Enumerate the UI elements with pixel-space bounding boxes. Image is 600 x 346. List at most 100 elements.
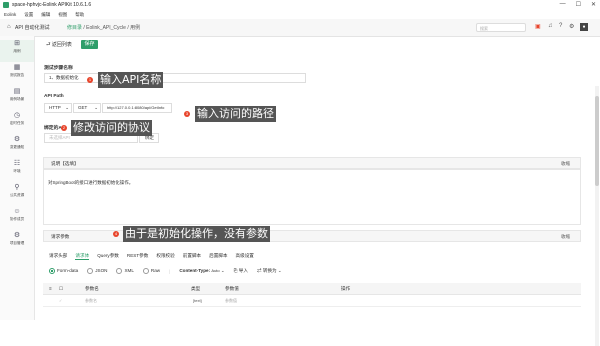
radio-icon [142, 268, 149, 274]
breadcrumb-space[interactable]: 修目录 [67, 25, 82, 31]
tab-headers[interactable]: 请求头部 [49, 253, 67, 260]
sidebar-item-project[interactable]: ⚙ 项目管理 [0, 232, 34, 246]
report-icon: ▦ [13, 64, 21, 71]
resources-icon: ⚲ [14, 184, 20, 191]
tab-pre-script[interactable]: 前置脚本 [183, 253, 201, 260]
avatar[interactable]: ● [580, 23, 588, 31]
sidebar-item-reports[interactable]: ▦ 测试报告 [0, 64, 34, 78]
annotation-4: 由于是初始化操作，没有参数 [123, 226, 270, 242]
radio-raw[interactable]: Raw [142, 268, 160, 274]
step-name-label: 测试步骤名称 [44, 66, 73, 71]
description-collapse-button[interactable]: 收缩 [561, 161, 570, 167]
sidebar: ⊞ 用例 ▦ 测试报告 ▤ 用例场景 ◷ 定时任务 ⚙ 变更通知 ☷ 环境 ⚲ … [0, 36, 35, 320]
convert-button[interactable]: ⇄ 转换为 ⌄ [257, 268, 282, 274]
param-name-input[interactable]: 参数名 [85, 298, 97, 304]
import-button[interactable]: ⎘ 导入 [234, 268, 248, 274]
menu-view[interactable]: 视图 [58, 12, 67, 18]
radio-icon [49, 268, 55, 274]
url-input[interactable]: http://127.0.0.1:8080/api/GetInfo [102, 103, 172, 113]
menu-eolink[interactable]: Eolink [4, 12, 16, 17]
step-name-input[interactable]: 1、数据初始化 [44, 73, 306, 83]
tab-body[interactable]: 请求体 [75, 253, 90, 260]
settings-icon[interactable]: ⚙ [569, 23, 574, 30]
notification-icon[interactable]: ▣ [535, 23, 541, 30]
api-path-label: API Path [44, 94, 64, 99]
menu-help[interactable]: 帮助 [75, 12, 84, 18]
app-logo-icon [3, 2, 9, 8]
chevron-down-icon: ⌄ [94, 105, 98, 110]
param-type-select[interactable]: [text] [193, 298, 202, 303]
scrollbar-thumb[interactable] [595, 96, 599, 186]
radio-xml[interactable]: XML [116, 268, 134, 274]
environment-icon: ☷ [13, 160, 21, 167]
tab-advanced[interactable]: 高级设置 [236, 253, 254, 260]
home-icon[interactable]: ⌂ [7, 24, 11, 30]
annotation-marker-1: 1 [87, 77, 93, 83]
sidebar-item-notifications[interactable]: ⚙ 变更通知 [0, 136, 34, 150]
row-menu-icon: ≡ [49, 286, 52, 291]
breadcrumb-rest: / Eolink_API_Cycle / 用例 [83, 25, 141, 31]
close-button[interactable]: ✕ [591, 1, 596, 8]
import-icon: ⎘ [233, 268, 238, 273]
minimize-button[interactable]: — [560, 1, 566, 8]
tab-post-script[interactable]: 后置脚本 [209, 253, 227, 260]
sidebar-item-cases[interactable]: ⊞ 用例 [0, 40, 34, 62]
annotation-2: 修改访问的协议 [71, 120, 152, 136]
help-icon[interactable]: ? [559, 23, 562, 29]
chevron-down-icon: ⌄ [65, 105, 69, 110]
column-header-name: 参数名 [85, 286, 99, 291]
annotation-marker-3: 3 [184, 111, 190, 117]
request-title: 请求参数 [51, 234, 70, 239]
description-title: 说明【选填】 [51, 161, 79, 166]
save-button[interactable]: 保存 [81, 40, 98, 49]
select-all-checkbox[interactable]: ☐ [59, 286, 63, 292]
column-header-value: 参数值 [225, 286, 239, 291]
radio-json[interactable]: JSON [87, 268, 107, 274]
tab-query[interactable]: Query参数 [97, 253, 119, 260]
menu-edit[interactable]: 编辑 [41, 12, 50, 18]
top-bar: ⌂ API 自动化测试 修目录 / Eolink_API_Cycle / 用例 … [0, 19, 600, 37]
user-icon: ☺ [13, 208, 21, 215]
annotation-1: 输入API名称 [98, 72, 164, 88]
app-name[interactable]: API 自动化测试 [15, 24, 49, 31]
menu-settings[interactable]: 设置 [24, 12, 33, 18]
sidebar-item-environment[interactable]: ☷ 环境 [0, 160, 34, 174]
body-type-group: Form-data JSON XML Raw | Content-Type: A… [49, 268, 282, 274]
radio-icon [87, 268, 94, 274]
description-textarea[interactable]: 对SpringBoot的接口进行数据初始化操作。 [43, 169, 581, 225]
method-select[interactable]: GET ⌄ [73, 103, 101, 113]
protocol-select[interactable]: HTTP ⌄ [44, 103, 72, 113]
column-header-actions: 操作 [341, 286, 351, 291]
row-checkbox[interactable]: ✓ [59, 298, 62, 303]
gear-icon: ⚙ [13, 136, 21, 143]
params-table-header: ≡ ☐ 参数名 类型 参数值 操作 [43, 283, 581, 295]
content-type-select[interactable]: Content-Type: Auto ⌄ [179, 268, 224, 274]
tab-rest[interactable]: REST参数 [127, 253, 148, 260]
annotation-3: 输入访问的路径 [195, 106, 276, 122]
menu-bar: Eolink 设置 编辑 视图 帮助 [0, 10, 600, 19]
request-tabs: 请求头部 请求体 Query参数 REST参数 权限校验 前置脚本 后置脚本 高… [49, 253, 254, 260]
column-header-type: 类型 [191, 286, 201, 291]
window-title: space-hphvjc-Eolink APIKit 10.6.1.6 [12, 2, 92, 8]
breadcrumb: 修目录 / Eolink_API_Cycle / 用例 [67, 24, 140, 31]
back-button[interactable]: ⮐ 返回列表 [46, 41, 72, 50]
scenario-icon: ▤ [13, 88, 21, 95]
convert-icon: ⇄ [256, 268, 262, 273]
sidebar-item-members[interactable]: ☺ 协作成员 [0, 208, 34, 222]
tab-auth[interactable]: 权限校验 [156, 253, 174, 260]
description-section-header[interactable]: 说明【选填】 收缩 [43, 157, 581, 169]
sidebar-item-scheduled[interactable]: ◷ 定时任务 [0, 112, 34, 126]
sidebar-item-scenarios[interactable]: ▤ 用例场景 [0, 88, 34, 102]
search-input[interactable]: 搜索 [476, 23, 526, 32]
maximize-button[interactable]: ☐ [576, 1, 581, 8]
grid-icon: ⊞ [14, 40, 20, 47]
bell-icon[interactable]: ♫ [548, 23, 553, 29]
request-collapse-button[interactable]: 收缩 [561, 234, 570, 240]
clock-icon: ◷ [13, 112, 21, 119]
radio-form-data[interactable]: Form-data [49, 268, 78, 274]
annotation-marker-2: 2 [61, 125, 67, 131]
sidebar-item-resources[interactable]: ⚲ 公共资源 [0, 184, 34, 198]
param-value-input[interactable]: 参数值 [225, 298, 237, 304]
title-bar: space-hphvjc-Eolink APIKit 10.6.1.6 — ☐ … [0, 0, 600, 10]
scrollbar[interactable] [595, 86, 599, 346]
